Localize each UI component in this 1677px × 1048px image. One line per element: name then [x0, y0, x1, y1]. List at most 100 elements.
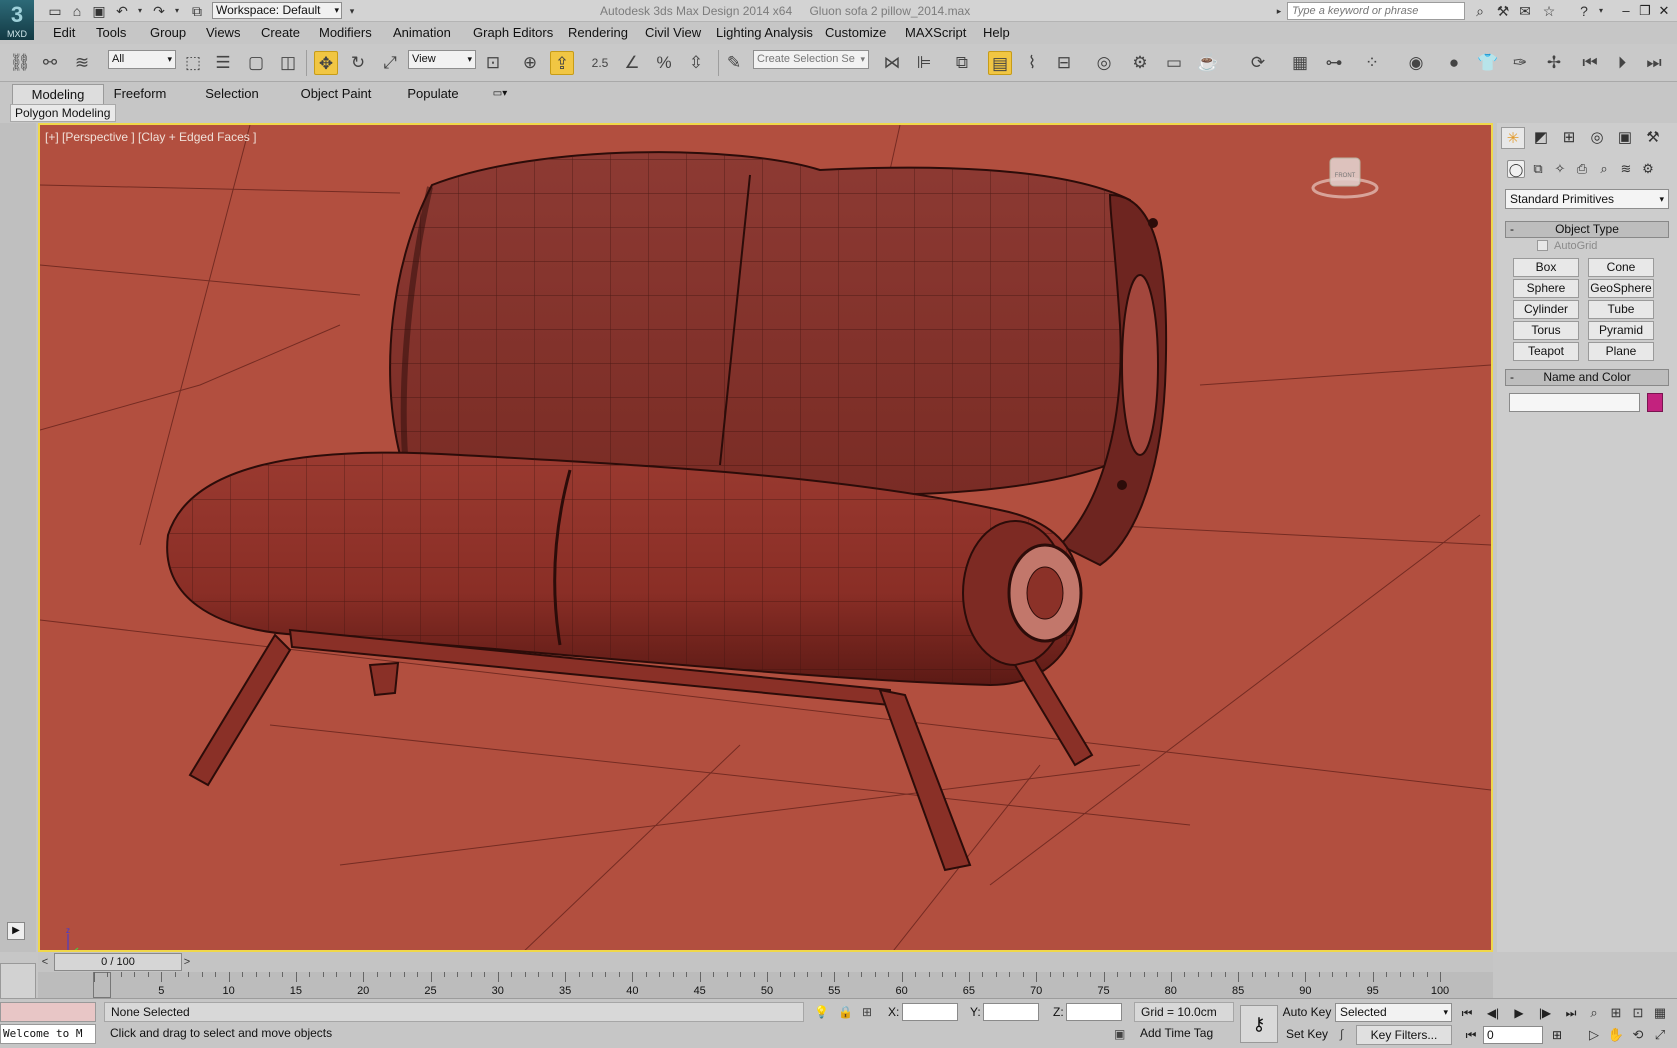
- motion-tab-icon[interactable]: ◎: [1585, 127, 1609, 149]
- autogrid-checkbox[interactable]: AutoGrid: [1537, 240, 1597, 252]
- minimize-icon[interactable]: –: [1618, 2, 1634, 20]
- menu-group[interactable]: Group: [150, 25, 186, 40]
- viewport-label[interactable]: [+] [Perspective ] [Clay + Edged Faces ]: [45, 130, 256, 144]
- hair-icon[interactable]: ✑: [1508, 51, 1532, 75]
- render-setup-icon[interactable]: ⚙: [1128, 51, 1152, 75]
- key-mode-dropdown[interactable]: Selected ▾: [1335, 1003, 1452, 1022]
- tab-selection[interactable]: Selection: [198, 84, 266, 104]
- reference-coordinate-dropdown[interactable]: View ▾: [408, 50, 476, 69]
- modify-tab-icon[interactable]: ◩: [1529, 127, 1553, 149]
- keyboard-shortcut-override-icon[interactable]: ⇪: [550, 51, 574, 75]
- material-editor-icon[interactable]: ◎: [1092, 51, 1116, 75]
- select-and-rotate-icon[interactable]: ↻: [346, 51, 370, 75]
- edit-named-selection-icon[interactable]: ✎: [722, 51, 746, 75]
- object-color-swatch[interactable]: [1647, 393, 1663, 412]
- populate-icon[interactable]: ▦: [1288, 51, 1312, 75]
- layer-manager-icon[interactable]: ⧉: [950, 51, 974, 75]
- menu-maxscript[interactable]: MAXScript: [905, 25, 966, 40]
- menu-civil-view[interactable]: Civil View: [645, 25, 701, 40]
- display-tab-icon[interactable]: ▣: [1613, 127, 1637, 149]
- snaps-toggle-icon[interactable]: 2.5: [588, 51, 612, 75]
- mirror-icon[interactable]: ⋈: [880, 51, 904, 75]
- particle-view-icon[interactable]: ⁘: [1360, 51, 1384, 75]
- cylinder-button[interactable]: Cylinder: [1513, 300, 1579, 319]
- quick-access-dropdown-icon[interactable]: ▾: [343, 2, 361, 20]
- shaded-sphere-icon[interactable]: ●: [1442, 51, 1466, 75]
- geosphere-button[interactable]: GeoSphere: [1588, 279, 1654, 298]
- menu-edit[interactable]: Edit: [53, 25, 75, 40]
- time-slider[interactable]: < 0 / 100 >: [38, 952, 1493, 972]
- redo-icon[interactable]: ↷: [150, 2, 168, 20]
- selection-lock-icon[interactable]: 🔒: [838, 1005, 853, 1019]
- default-tangents-icon[interactable]: ∫: [1340, 1027, 1343, 1041]
- current-frame-field[interactable]: 0: [1483, 1026, 1543, 1044]
- geometry-icon[interactable]: ◯: [1507, 160, 1525, 178]
- perspective-viewport[interactable]: FRONT [+] [Perspective ] [Clay + Edged F…: [38, 123, 1493, 952]
- undo-icon[interactable]: ↶: [113, 2, 131, 20]
- hierarchy-tab-icon[interactable]: ⊞: [1557, 127, 1581, 149]
- teapot-button[interactable]: Teapot: [1513, 342, 1579, 361]
- object-type-rollout[interactable]: - Object Type: [1505, 221, 1669, 238]
- polygon-modeling-panel[interactable]: Polygon Modeling: [10, 104, 116, 122]
- render-iterative-icon[interactable]: ◉: [1404, 51, 1428, 75]
- align-icon[interactable]: ⊫: [912, 51, 936, 75]
- key-filters-button[interactable]: Key Filters...: [1356, 1025, 1452, 1045]
- add-time-tag[interactable]: Add Time Tag: [1134, 1024, 1234, 1044]
- tube-button[interactable]: Tube: [1588, 300, 1654, 319]
- new-file-icon[interactable]: ▭: [46, 2, 64, 20]
- set-key-button[interactable]: Set Key: [1282, 1024, 1332, 1044]
- key-mode-toggle-icon[interactable]: ⏮: [1460, 1026, 1482, 1044]
- restore-icon[interactable]: ❐: [1637, 2, 1653, 20]
- y-coordinate-field[interactable]: [983, 1003, 1039, 1021]
- cameras-icon[interactable]: ⎙: [1573, 160, 1591, 178]
- help-dropdown-icon[interactable]: ▾: [1592, 2, 1610, 20]
- create-tab-icon[interactable]: ✳: [1501, 127, 1525, 149]
- menu-modifiers[interactable]: Modifiers: [319, 25, 372, 40]
- time-tag-icon[interactable]: ▣: [1114, 1027, 1125, 1041]
- render-production-icon[interactable]: ☕: [1196, 51, 1220, 75]
- space-warps-icon[interactable]: ≋: [1617, 160, 1635, 178]
- lights-icon[interactable]: ✧: [1551, 160, 1569, 178]
- animation-previous-icon[interactable]: ⏮: [1578, 51, 1602, 75]
- menu-create[interactable]: Create: [261, 25, 300, 40]
- search-input[interactable]: Type a keyword or phrase: [1287, 2, 1465, 20]
- pyramid-button[interactable]: Pyramid: [1588, 321, 1654, 340]
- systems-icon[interactable]: ⚙: [1639, 160, 1657, 178]
- select-and-scale-icon[interactable]: ⤢: [378, 51, 402, 75]
- zoom-extents-all-icon[interactable]: ▦: [1650, 1003, 1670, 1023]
- z-coordinate-field[interactable]: [1066, 1003, 1122, 1021]
- cone-button[interactable]: Cone: [1588, 258, 1654, 277]
- select-and-move-icon[interactable]: ✥: [314, 51, 338, 75]
- menu-views[interactable]: Views: [206, 25, 240, 40]
- schematic-view-icon[interactable]: ⊟: [1052, 51, 1076, 75]
- previous-key-icon[interactable]: ◀|: [1482, 1004, 1504, 1022]
- bind-to-space-warp-icon[interactable]: ≋: [70, 51, 94, 75]
- tab-populate[interactable]: Populate: [400, 84, 466, 104]
- menu-rendering[interactable]: Rendering: [568, 25, 628, 40]
- object-category-dropdown[interactable]: Standard Primitives ▾: [1505, 189, 1669, 209]
- next-key-icon[interactable]: |▶: [1534, 1004, 1556, 1022]
- favorites-star-icon[interactable]: ☆: [1540, 2, 1558, 20]
- maximize-viewport-icon[interactable]: ⤢: [1650, 1025, 1670, 1045]
- name-and-color-rollout[interactable]: - Name and Color: [1505, 369, 1669, 386]
- measure-distance-icon[interactable]: ⊶: [1322, 51, 1346, 75]
- utilities-tab-icon[interactable]: ⚒: [1641, 127, 1665, 149]
- zoom-all-icon[interactable]: ⊞: [1606, 1003, 1626, 1023]
- time-slider-thumb[interactable]: 0 / 100: [54, 953, 182, 971]
- time-configuration-icon[interactable]: ⊞: [1546, 1026, 1568, 1044]
- workspace-dropdown[interactable]: Workspace: Default ▾: [212, 2, 342, 19]
- menu-lighting-analysis[interactable]: Lighting Analysis: [716, 25, 813, 40]
- angle-snap-icon[interactable]: ∠: [620, 51, 644, 75]
- selection-filter-dropdown[interactable]: All ▾: [108, 50, 176, 69]
- autodesk-360-icon[interactable]: ⟳: [1246, 51, 1270, 75]
- track-bar[interactable]: 5 10 15 20 25 30 35 40 45 50 55 60 65 70 75 80 85 90 95 100: [38, 972, 1493, 998]
- next-frame-icon[interactable]: >: [180, 954, 194, 970]
- spinner-snap-icon[interactable]: ⇳: [684, 51, 708, 75]
- rendered-frame-window-icon[interactable]: ▭: [1162, 51, 1186, 75]
- menu-help[interactable]: Help: [983, 25, 1010, 40]
- percent-snap-icon[interactable]: %: [652, 51, 676, 75]
- sphere-button[interactable]: Sphere: [1513, 279, 1579, 298]
- select-and-manipulate-icon[interactable]: ⊕: [518, 51, 542, 75]
- play-icon[interactable]: ▶: [1508, 1004, 1530, 1022]
- helpers-icon[interactable]: ⌕: [1595, 160, 1613, 178]
